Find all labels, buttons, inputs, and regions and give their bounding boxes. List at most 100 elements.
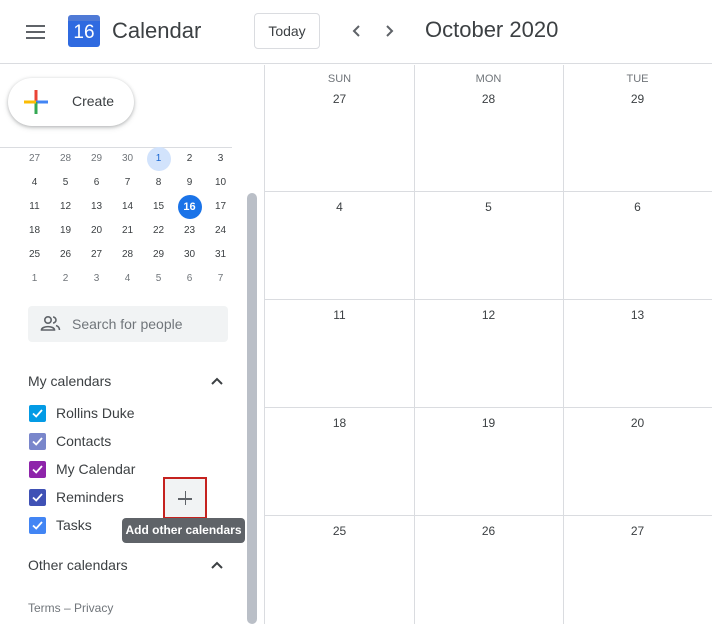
calendar-label: Contacts bbox=[56, 433, 112, 449]
mini-calendar-day[interactable]: 14 bbox=[112, 195, 143, 219]
mini-calendar-day[interactable]: 1 bbox=[143, 147, 174, 171]
day-cell[interactable]: 13 bbox=[563, 299, 712, 407]
collapse-other-calendars-button[interactable] bbox=[207, 556, 227, 576]
mini-calendar-day[interactable]: 9 bbox=[174, 171, 205, 195]
mini-calendar-day[interactable]: 29 bbox=[143, 243, 174, 267]
mini-calendar-day[interactable]: 7 bbox=[205, 267, 236, 291]
main-menu-button[interactable] bbox=[22, 20, 50, 44]
mini-calendar-day[interactable]: 6 bbox=[174, 267, 205, 291]
today-button[interactable]: Today bbox=[254, 13, 320, 49]
day-cell[interactable]: 11 bbox=[265, 299, 414, 407]
mini-calendar-day[interactable]: 31 bbox=[205, 243, 236, 267]
mini-calendar-day[interactable]: 2 bbox=[174, 147, 205, 171]
calendar-checkbox[interactable] bbox=[29, 517, 46, 534]
day-number[interactable]: 20 bbox=[563, 416, 712, 430]
privacy-link[interactable]: Privacy bbox=[74, 601, 113, 615]
day-number[interactable]: 29 bbox=[563, 92, 712, 106]
mini-calendar-day[interactable]: 28 bbox=[112, 243, 143, 267]
mini-calendar-day[interactable]: 18 bbox=[19, 219, 50, 243]
mini-calendar-day[interactable]: 5 bbox=[50, 171, 81, 195]
add-other-calendars-button[interactable] bbox=[163, 477, 207, 519]
day-number[interactable]: 27 bbox=[563, 524, 712, 538]
collapse-my-calendars-button[interactable] bbox=[207, 372, 227, 392]
mini-calendar-day[interactable]: 4 bbox=[19, 171, 50, 195]
day-cell[interactable]: 25 bbox=[265, 515, 414, 624]
mini-calendar-day[interactable]: 2 bbox=[50, 267, 81, 291]
day-number[interactable]: 18 bbox=[265, 416, 414, 430]
sidebar-scrollbar[interactable] bbox=[247, 193, 257, 624]
day-number[interactable]: 13 bbox=[563, 308, 712, 322]
day-cell[interactable]: 19 bbox=[414, 407, 563, 515]
day-number[interactable]: 19 bbox=[414, 416, 563, 430]
mini-calendar-day[interactable]: 29 bbox=[81, 147, 112, 171]
mini-calendar-day[interactable]: 3 bbox=[205, 147, 236, 171]
mini-calendar-day-number: 1 bbox=[146, 147, 171, 171]
mini-calendar-day[interactable]: 25 bbox=[19, 243, 50, 267]
terms-link[interactable]: Terms bbox=[28, 601, 61, 615]
create-button[interactable]: Create bbox=[8, 78, 134, 126]
mini-calendar-day[interactable]: 12 bbox=[50, 195, 81, 219]
day-cell[interactable]: 26 bbox=[414, 515, 563, 624]
next-month-button[interactable] bbox=[376, 18, 402, 44]
day-number[interactable]: 27 bbox=[265, 92, 414, 106]
day-cell[interactable]: 4 bbox=[265, 191, 414, 299]
mini-calendar-day[interactable]: 20 bbox=[81, 219, 112, 243]
mini-calendar-day-number: 2 bbox=[62, 273, 69, 284]
previous-month-button[interactable] bbox=[344, 18, 370, 44]
mini-calendar-day[interactable]: 27 bbox=[19, 147, 50, 171]
calendar-label: Rollins Duke bbox=[56, 405, 135, 421]
mini-calendar-day[interactable]: 10 bbox=[205, 171, 236, 195]
mini-calendar-day[interactable]: 24 bbox=[205, 219, 236, 243]
day-number[interactable]: 12 bbox=[414, 308, 563, 322]
mini-calendar-day[interactable]: 13 bbox=[81, 195, 112, 219]
mini-calendar-day[interactable]: 1 bbox=[19, 267, 50, 291]
mini-calendar-day-number: 24 bbox=[214, 225, 227, 236]
calendar-checkbox[interactable] bbox=[29, 433, 46, 450]
mini-calendar-week: 18 19 20 21 22 23 24 bbox=[19, 219, 236, 243]
mini-calendar-day[interactable]: 30 bbox=[112, 147, 143, 171]
day-number[interactable]: 26 bbox=[414, 524, 563, 538]
day-cell[interactable]: 5 bbox=[414, 191, 563, 299]
day-number[interactable]: 28 bbox=[414, 92, 563, 106]
mini-calendar-day[interactable]: 23 bbox=[174, 219, 205, 243]
calendar-checkbox[interactable] bbox=[29, 489, 46, 506]
mini-calendar-day[interactable]: 4 bbox=[112, 267, 143, 291]
people-icon bbox=[40, 315, 61, 331]
calendar-checkbox[interactable] bbox=[29, 461, 46, 478]
day-cell[interactable]: 6 bbox=[563, 191, 712, 299]
mini-calendar-day[interactable]: 30 bbox=[174, 243, 205, 267]
mini-calendar-day[interactable]: 27 bbox=[81, 243, 112, 267]
mini-calendar-day[interactable]: 5 bbox=[143, 267, 174, 291]
day-number[interactable]: 5 bbox=[414, 200, 563, 214]
calendar-checkbox[interactable] bbox=[29, 405, 46, 422]
mini-calendar-day[interactable]: 7 bbox=[112, 171, 143, 195]
day-number[interactable]: 6 bbox=[563, 200, 712, 214]
day-cell[interactable]: SUN 27 bbox=[265, 65, 414, 191]
create-label: Create bbox=[72, 93, 115, 109]
mini-calendar-day[interactable]: 22 bbox=[143, 219, 174, 243]
day-cell[interactable]: MON 28 bbox=[414, 65, 563, 191]
day-cell[interactable]: 20 bbox=[563, 407, 712, 515]
mini-calendar-day[interactable]: 17 bbox=[205, 195, 236, 219]
search-people-input[interactable]: Search for people bbox=[28, 306, 228, 342]
day-number[interactable]: 11 bbox=[265, 308, 414, 322]
mini-calendar-day[interactable]: 16 bbox=[174, 195, 205, 219]
mini-calendar-day[interactable]: 15 bbox=[143, 195, 174, 219]
mini-calendar-day[interactable]: 11 bbox=[19, 195, 50, 219]
mini-calendar-day-number: 29 bbox=[90, 153, 103, 164]
day-cell[interactable]: 27 bbox=[563, 515, 712, 624]
mini-calendar-day[interactable]: 21 bbox=[112, 219, 143, 243]
day-number[interactable]: 4 bbox=[265, 200, 414, 214]
mini-calendar-day[interactable]: 19 bbox=[50, 219, 81, 243]
day-cell[interactable]: 12 bbox=[414, 299, 563, 407]
mini-calendar-day[interactable]: 28 bbox=[50, 147, 81, 171]
day-of-week-label: TUE bbox=[626, 73, 649, 85]
mini-calendar-day[interactable]: 8 bbox=[143, 171, 174, 195]
day-cell[interactable]: TUE 29 bbox=[563, 65, 712, 191]
mini-calendar-day[interactable]: 26 bbox=[50, 243, 81, 267]
calendar-label: Reminders bbox=[56, 489, 124, 505]
day-number[interactable]: 25 bbox=[265, 524, 414, 538]
mini-calendar-day[interactable]: 6 bbox=[81, 171, 112, 195]
mini-calendar-day[interactable]: 3 bbox=[81, 267, 112, 291]
day-cell[interactable]: 18 bbox=[265, 407, 414, 515]
